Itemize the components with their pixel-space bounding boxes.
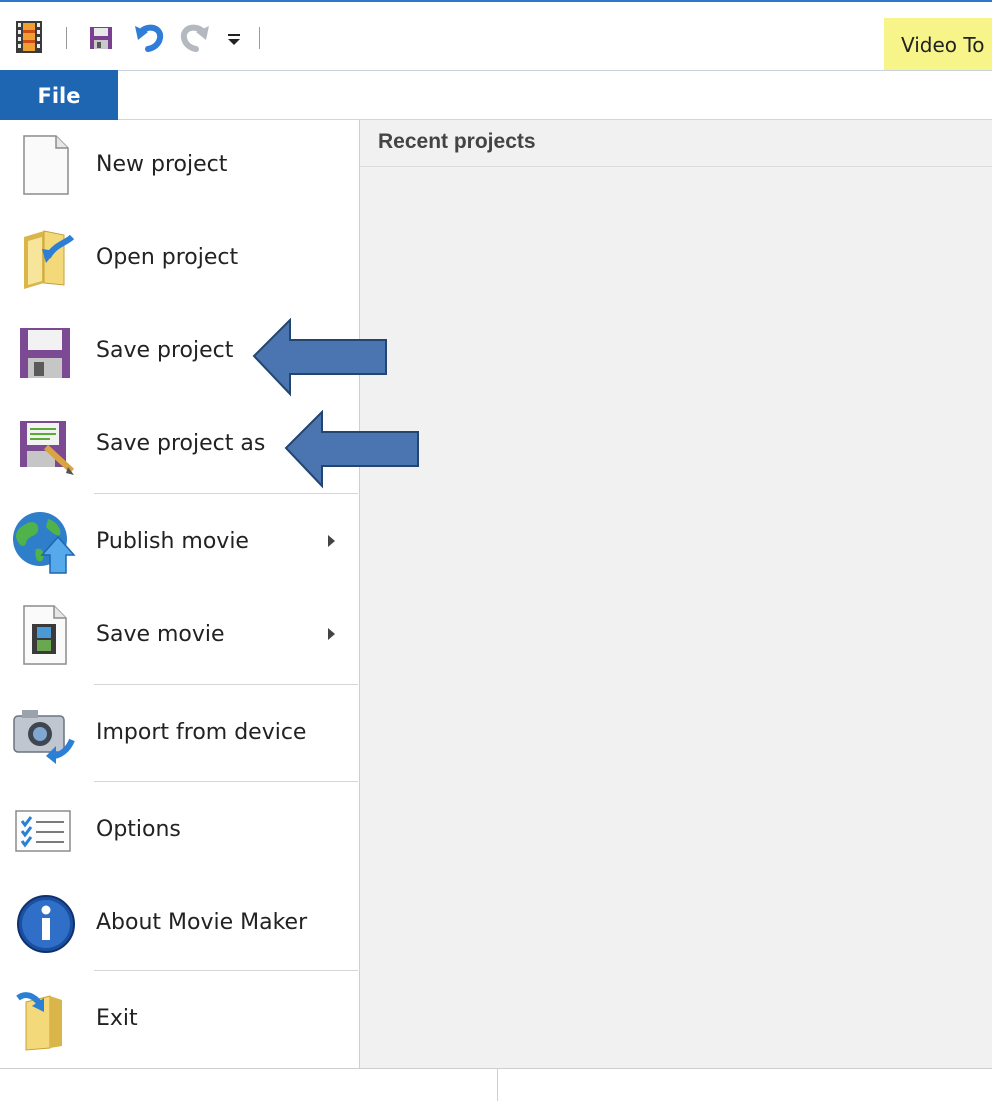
- menu-item-exit[interactable]: Exit: [0, 974, 359, 1064]
- menu-item-label: Publish movie: [96, 529, 249, 554]
- video-tools-contextual-tab[interactable]: Video To: [884, 18, 992, 74]
- quick-access-toolbar: Video To: [0, 2, 992, 74]
- menu-item-about[interactable]: About Movie Maker: [0, 878, 359, 968]
- menu-separator: [94, 781, 358, 782]
- menu-separator: [94, 684, 358, 685]
- menu-separator: [94, 493, 358, 494]
- menu-item-label: Save movie: [96, 622, 225, 647]
- recent-projects-title: Recent projects: [378, 130, 536, 153]
- save-icon[interactable]: [89, 26, 113, 50]
- menu-item-label: About Movie Maker: [96, 910, 308, 935]
- menu-item-options[interactable]: Options: [0, 785, 359, 875]
- menu-item-label: Exit: [96, 1006, 138, 1031]
- file-menu: New project Open project Save project Sa…: [0, 120, 360, 1068]
- menu-item-label: New project: [96, 152, 228, 177]
- qat-separator: [66, 27, 67, 49]
- globe-publish-icon: [13, 512, 76, 574]
- menu-item-publish-movie[interactable]: Publish movie: [0, 497, 359, 587]
- bottom-strip: [0, 1068, 992, 1101]
- callout-arrow-save-project-as: [284, 410, 419, 489]
- ribbon-tab-row: [0, 70, 992, 120]
- undo-icon[interactable]: [134, 22, 166, 52]
- customize-dropdown-icon[interactable]: [226, 32, 242, 48]
- options-checklist-icon: [15, 810, 71, 852]
- floppy-disk-icon: [20, 328, 70, 378]
- save-as-icon: [20, 421, 75, 475]
- submenu-arrow-icon: [328, 535, 335, 547]
- menu-item-open-project[interactable]: Open project: [0, 213, 359, 303]
- menu-item-label: Import from device: [96, 720, 307, 745]
- callout-arrow-save-project: [252, 318, 387, 397]
- contextual-tab-label: Video To: [901, 33, 985, 57]
- submenu-arrow-icon: [328, 628, 335, 640]
- recent-projects-pane: Recent projects: [360, 120, 992, 1068]
- recent-projects-divider: [360, 166, 992, 167]
- menu-item-new-project[interactable]: New project: [0, 120, 359, 210]
- menu-item-import-from-device[interactable]: Import from device: [0, 688, 359, 778]
- menu-item-label: Options: [96, 817, 181, 842]
- redo-icon[interactable]: [178, 22, 210, 52]
- bottom-divider: [497, 1069, 498, 1101]
- exit-icon: [16, 992, 62, 1051]
- qat-separator: [259, 27, 260, 49]
- menu-separator: [94, 970, 358, 971]
- menu-item-label: Save project as: [96, 431, 266, 456]
- camera-import-icon: [13, 710, 75, 764]
- open-folder-icon: [24, 230, 75, 289]
- new-project-icon: [23, 135, 69, 195]
- info-icon: [17, 895, 75, 953]
- menu-item-label: Save project: [96, 338, 234, 363]
- movie-maker-app-icon[interactable]: [14, 20, 44, 54]
- save-movie-icon: [23, 605, 67, 665]
- file-tab[interactable]: File: [0, 70, 118, 120]
- menu-item-save-movie[interactable]: Save movie: [0, 590, 359, 680]
- menu-item-label: Open project: [96, 245, 239, 270]
